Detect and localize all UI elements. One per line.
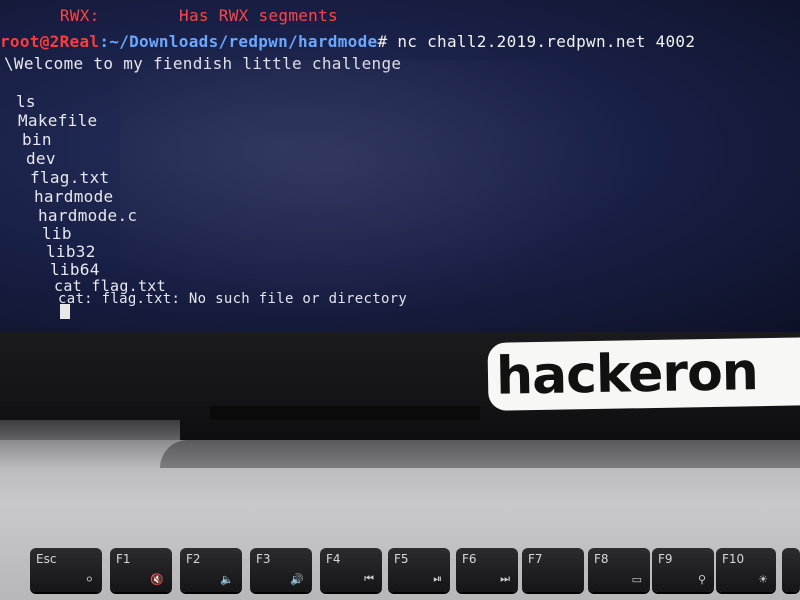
mute-icon: 🔇 bbox=[150, 573, 164, 586]
f10-key-label: F10 bbox=[722, 552, 745, 566]
prompt-command: # nc chall2.2019.redpwn.net 4002 bbox=[377, 32, 696, 51]
terminal-line-makefile: Makefile bbox=[18, 111, 98, 130]
f2-key-label: F2 bbox=[186, 552, 201, 566]
f6-key-label: F6 bbox=[462, 552, 477, 566]
terminal-line-welcome: \Welcome to my fiendish little challenge bbox=[4, 54, 402, 73]
terminal-line-dev: dev bbox=[26, 149, 56, 168]
terminal-line-lib: lib bbox=[42, 224, 72, 243]
next-track-icon: ⏭ bbox=[500, 572, 510, 585]
f9-key[interactable]: F9 ⚲ bbox=[652, 548, 714, 592]
f3-key[interactable]: F3 🔊 bbox=[250, 548, 312, 592]
f3-key-label: F3 bbox=[256, 552, 271, 566]
f9-key-label: F9 bbox=[658, 552, 673, 566]
f4-key[interactable]: F4 ⏮ bbox=[320, 548, 382, 592]
terminal-line-flag: flag.txt bbox=[30, 168, 110, 187]
f5-key-label: F5 bbox=[394, 552, 409, 566]
f4-key-label: F4 bbox=[326, 552, 341, 566]
laptop-screen: RWX: Has RWX segments root@2Real:~/Downl… bbox=[0, 0, 800, 332]
brightness-icon: ☀ bbox=[758, 573, 768, 586]
f1-key-label: F1 bbox=[116, 552, 131, 566]
f2-key[interactable]: F2 🔈 bbox=[180, 548, 242, 592]
prompt-user: root@2Real bbox=[0, 32, 100, 51]
prompt-path: :~/Downloads/redpwn/hardmode bbox=[99, 32, 378, 51]
f6-key[interactable]: F6 ⏭ bbox=[456, 548, 518, 592]
function-key-row: Esc ⚪ F1 🔇 F2 🔈 F3 🔊 F4 ⏮ F5 ⏯ F6 ⏭ F7 F8 ▭ F9 ⚲ … bbox=[0, 538, 800, 600]
lock-icon: ⚪ bbox=[84, 573, 94, 586]
esc-key[interactable]: Esc ⚪ bbox=[30, 548, 102, 592]
terminal-line-lib32: lib32 bbox=[46, 242, 96, 261]
deck-edge bbox=[160, 440, 800, 468]
f1-key[interactable]: F1 🔇 bbox=[110, 548, 172, 592]
volume-down-icon: 🔈 bbox=[220, 573, 234, 586]
terminal-prompt-line: root@2Real:~/Downloads/redpwn/hardmode# … bbox=[0, 32, 695, 51]
terminal-line-bin: bin bbox=[22, 130, 52, 149]
search-icon: ⚲ bbox=[697, 573, 706, 586]
f5-key[interactable]: F5 ⏯ bbox=[388, 548, 450, 592]
prev-track-icon: ⏮ bbox=[364, 572, 374, 585]
f7-key-label: F7 bbox=[528, 552, 543, 566]
play-pause-icon: ⏯ bbox=[433, 572, 442, 585]
terminal-cursor[interactable] bbox=[60, 304, 70, 319]
bezel-hinge-slot bbox=[210, 406, 480, 420]
f8-key-label: F8 bbox=[594, 552, 609, 566]
terminal-line-hardmode-c: hardmode.c bbox=[38, 206, 138, 225]
f8-key[interactable]: F8 ▭ bbox=[588, 548, 650, 592]
display-icon: ▭ bbox=[631, 573, 642, 586]
terminal-line-rwx: RWX: Has RWX segments bbox=[40, 6, 338, 25]
esc-key-label: Esc bbox=[36, 552, 57, 566]
f11-key-partial[interactable] bbox=[782, 548, 800, 592]
volume-up-icon: 🔊 bbox=[290, 573, 304, 586]
terminal-line-cat-error: cat: flag.txt: No such file or directory bbox=[58, 291, 408, 307]
sticker-text: hackeron bbox=[495, 342, 759, 407]
terminal-line-hardmode: hardmode bbox=[34, 187, 114, 206]
terminal-line-ls: ls bbox=[16, 92, 36, 111]
f7-key[interactable]: F7 bbox=[522, 548, 584, 592]
hackerone-sticker: hackeron bbox=[487, 337, 800, 411]
f10-key[interactable]: F10 ☀ bbox=[716, 548, 776, 592]
